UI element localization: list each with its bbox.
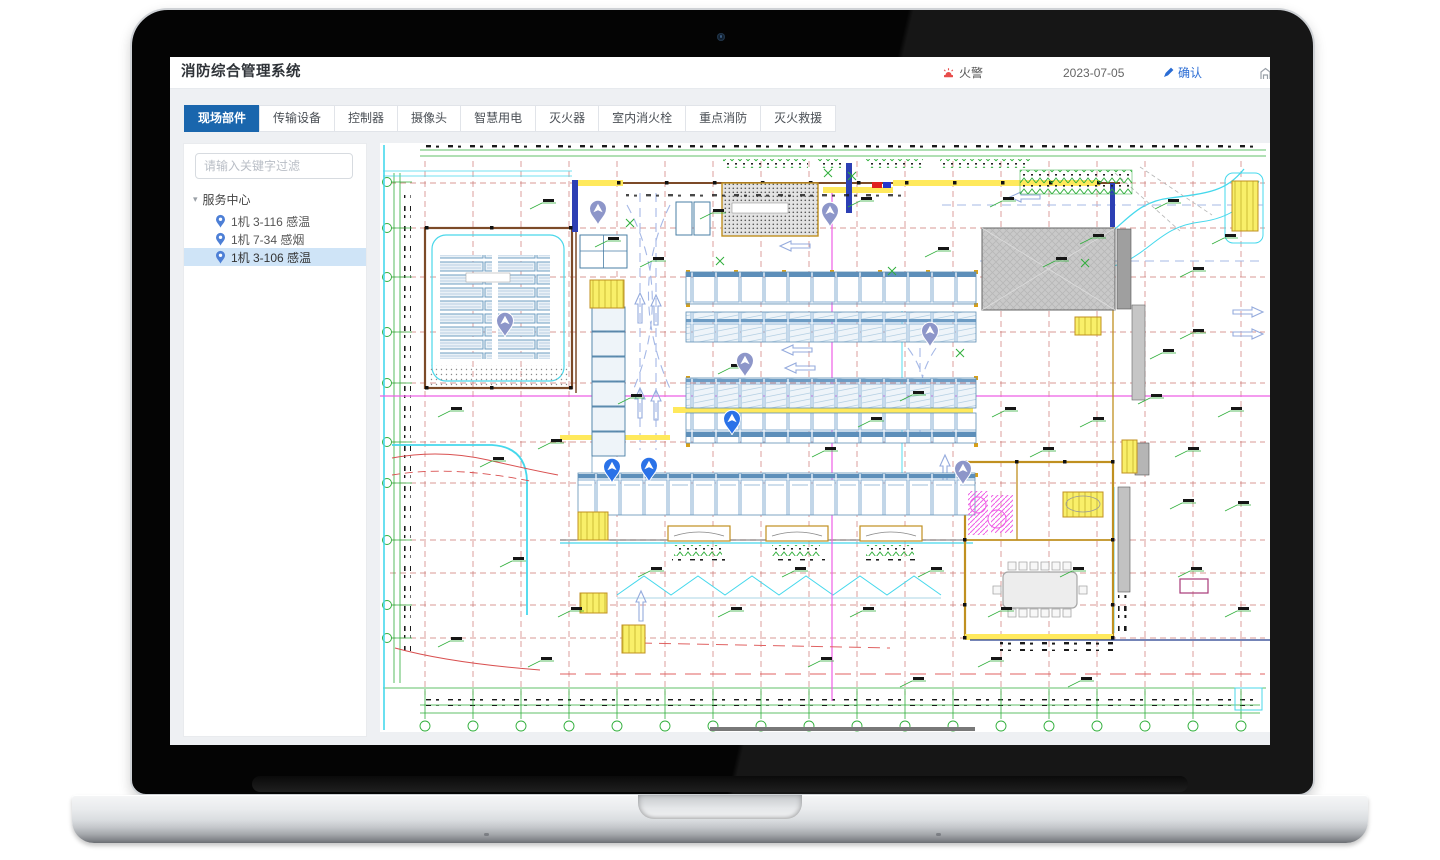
tab-key-fire-protection[interactable]: 重点消防 xyxy=(685,105,761,132)
location-pin-icon xyxy=(215,232,226,246)
tree-item-device-1[interactable]: 1机 3-116 感温 xyxy=(184,212,366,230)
tree-node-service-center[interactable]: ▾ 服务中心 xyxy=(184,186,366,212)
tree-item-device-3[interactable]: 1机 3-106 感温 xyxy=(184,248,366,266)
base-foot xyxy=(484,833,489,836)
tab-controller[interactable]: 控制器 xyxy=(334,105,398,132)
floor-plan-canvas[interactable] xyxy=(380,143,1270,732)
tree-item-device-2[interactable]: 1机 7-34 感烟 xyxy=(184,230,366,248)
webcam-icon xyxy=(717,33,725,41)
fire-alarm-status[interactable]: 火警 xyxy=(942,57,983,88)
laptop-hinge xyxy=(252,776,1188,792)
location-pin-icon xyxy=(215,250,226,264)
base-notch xyxy=(638,795,802,819)
tab-indoor-hydrant[interactable]: 室内消火栓 xyxy=(598,105,686,132)
base-foot xyxy=(936,833,941,836)
tab-fire-rescue[interactable]: 灭火救援 xyxy=(760,105,836,132)
clipped-header-icon[interactable] xyxy=(1258,57,1270,88)
laptop-screen: 消防综合管理系统 火警 2023-07-05 确认 现场部件 传输设备 控制器 … xyxy=(170,57,1270,745)
location-pin-icon xyxy=(215,214,226,228)
fire-alarm-label: 火警 xyxy=(959,64,983,81)
confirm-label: 确认 xyxy=(1178,64,1202,81)
tab-extinguisher[interactable]: 灭火器 xyxy=(535,105,599,132)
device-label: 1机 3-106 感温 xyxy=(231,249,311,266)
floor-plan-panel xyxy=(380,143,1270,732)
alarm-date: 2023-07-05 xyxy=(1063,57,1124,88)
pen-icon xyxy=(1163,67,1174,78)
search-input[interactable] xyxy=(195,153,353,179)
tab-camera[interactable]: 摄像头 xyxy=(397,105,461,132)
device-label: 1机 3-116 感温 xyxy=(231,213,310,230)
device-label: 1机 7-34 感烟 xyxy=(231,231,304,248)
app-title: 消防综合管理系统 xyxy=(181,57,301,88)
device-tree-sidebar: ▾ 服务中心 1机 3-116 感温 1机 7-34 感烟 1机 3-106 感… xyxy=(183,143,367,737)
tab-field-components[interactable]: 现场部件 xyxy=(184,105,260,132)
building-icon xyxy=(1258,66,1270,80)
confirm-button[interactable]: 确认 xyxy=(1163,57,1202,88)
tab-bar: 现场部件 传输设备 控制器 摄像头 智慧用电 灭火器 室内消火栓 重点消防 灭火… xyxy=(185,105,836,132)
tree-root-label: 服务中心 xyxy=(203,191,251,208)
app-header: 消防综合管理系统 火警 2023-07-05 确认 xyxy=(170,57,1270,89)
tab-smart-power[interactable]: 智慧用电 xyxy=(460,105,536,132)
caret-down-icon: ▾ xyxy=(193,195,198,204)
tab-transmission-devices[interactable]: 传输设备 xyxy=(259,105,335,132)
siren-icon xyxy=(942,67,955,79)
